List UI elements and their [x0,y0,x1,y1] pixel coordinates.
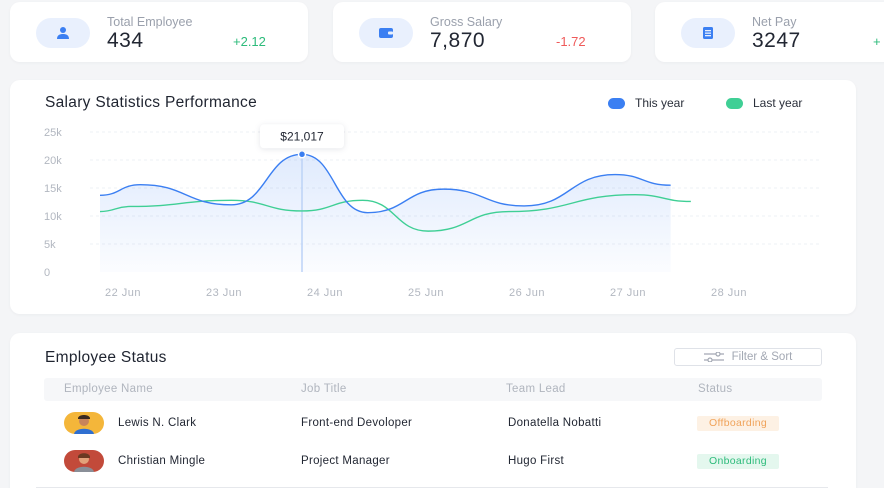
stat-value: 3247 [752,29,801,52]
salary-chart: 25k 20k 15k 10k 5k 0 22 Jun 23 Jun 24 Jun 25 Jun… [44,124,822,299]
salary-chart-card: 25k 20k 15k 10k 5k 0 22 Jun 23 Jun 24 Jun 25 Jun… [10,80,856,314]
stat-card-net-pay: Net Pay 3247 + [655,2,884,62]
x-tick-label: 28 Jun [711,287,747,299]
stat-card-gross-salary: Gross Salary 7,870 -1.72 [333,2,631,62]
legend-this-year[interactable]: This year [608,96,684,110]
stat-value: 7,870 [430,29,486,52]
y-tick-label: 15k [44,183,62,195]
stat-delta: +2.12 [233,34,266,49]
stat-delta: + [873,34,881,49]
y-tick-label: 0 [44,267,50,279]
table-row[interactable]: Christian Mingle Project Manager Hugo Fi… [44,443,822,479]
team-lead: Hugo First [508,455,565,467]
column-header-status[interactable]: Status [698,383,732,395]
section-title: Employee Status [45,349,167,366]
y-tick-label: 25k [44,127,62,139]
stat-card-total-employee: Total Employee 434 +2.12 [10,2,308,62]
y-tick-label: 10k [44,211,62,223]
column-header-employee-name[interactable]: Employee Name [64,383,153,395]
x-tick-label: 23 Jun [206,287,242,299]
employee-name[interactable]: Christian Mingle [118,455,205,467]
employee-name[interactable]: Lewis N. Clark [118,417,196,429]
legend-last-year[interactable]: Last year [726,96,802,110]
tooltip-value: $21,017 [280,129,324,143]
y-tick-label: 20k [44,155,62,167]
x-tick-label: 27 Jun [610,287,646,299]
column-header-team-lead[interactable]: Team Lead [506,383,566,395]
highlight-point[interactable] [297,150,307,159]
legend-label: Last year [753,96,803,110]
legend-dot-last-year [726,97,743,109]
avatar [64,450,104,472]
table-row[interactable]: Lewis N. Clark Front-end Devoloper Donat… [44,405,822,441]
avatar [64,412,104,434]
legend-dot-this-year [608,97,625,109]
x-tick-label: 25 Jun [408,287,444,299]
stat-label: Total Employee [107,15,193,29]
stat-delta: -1.72 [556,34,586,49]
x-tick-label: 22 Jun [105,287,141,299]
team-lead: Donatella Nobatti [508,417,602,429]
user-icon [36,18,90,48]
y-tick-label: 5k [44,239,56,251]
chart-title: Salary Statistics Performance [45,94,257,111]
series-area-this-year [100,154,671,272]
job-title: Front-end Devoloper [301,417,413,429]
job-title: Project Manager [301,455,390,467]
legend-label: This year [635,96,685,110]
stat-value: 434 [107,29,144,52]
sliders-icon [703,352,724,362]
employee-status-card: Employee Status Filter & Sort Employee N… [10,333,856,488]
wallet-icon [359,18,413,48]
column-header-job-title[interactable]: Job Title [301,383,347,395]
stat-label: Net Pay [752,15,797,29]
status-badge: Offboarding [697,416,779,431]
stat-label: Gross Salary [430,15,503,29]
filter-sort-button[interactable]: Filter & Sort [674,348,822,366]
table-header: Employee Name Job Title Team Lead Status [44,378,822,401]
filter-sort-label: Filter & Sort [731,351,793,363]
x-tick-label: 26 Jun [509,287,545,299]
chart-tooltip: $21,017 [260,124,344,149]
document-icon [681,18,735,48]
status-badge: Onboarding [697,454,779,469]
x-tick-label: 24 Jun [307,287,343,299]
